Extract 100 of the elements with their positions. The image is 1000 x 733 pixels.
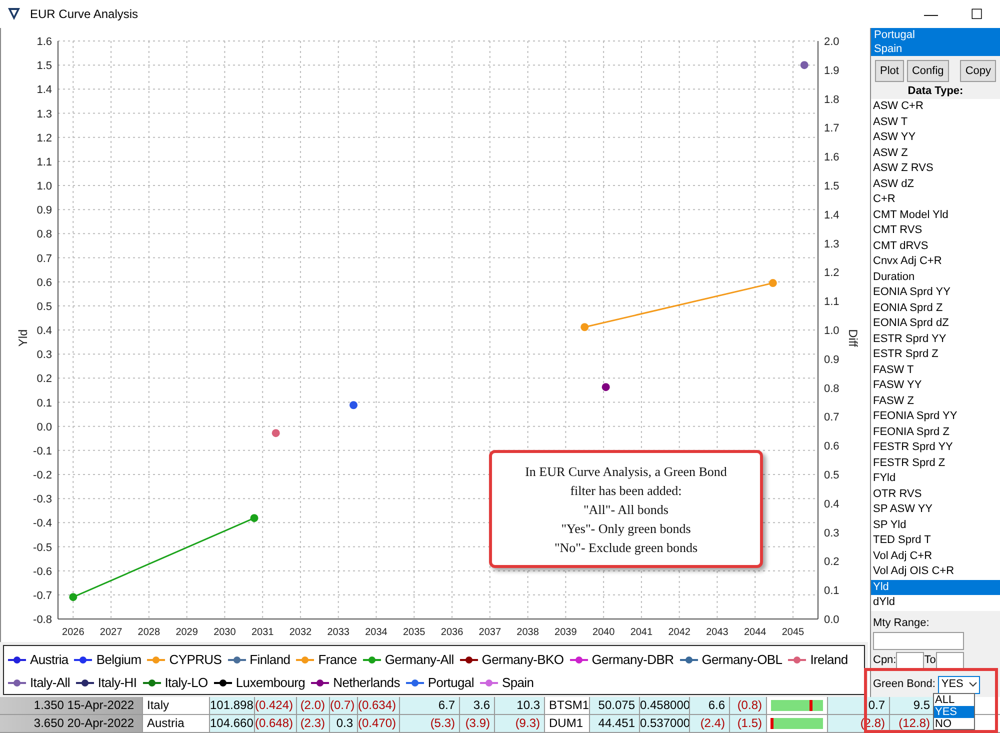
data-type-item[interactable]: ASW YY [871, 130, 1000, 146]
data-type-item[interactable]: EONIA Sprd YY [871, 285, 1000, 300]
data-type-item[interactable]: Cnvx Adj C+R [871, 254, 1000, 270]
data-type-item[interactable]: Vol Adj OIS C+R [871, 564, 1000, 580]
cpn-label: Cpn: [873, 653, 896, 668]
y-tick-label: 1.1 [824, 296, 840, 308]
data-type-item[interactable]: C+R [871, 192, 1000, 208]
table-cell: 101.898 [210, 697, 255, 714]
data-type-item[interactable]: ESTR Sprd Z [871, 347, 1000, 362]
table-cell: 50.075 [590, 697, 640, 714]
x-tick-label: 2037 [478, 627, 502, 638]
y-tick-label: -0.3 [33, 494, 52, 506]
data-type-item[interactable]: SP Yld [871, 518, 1000, 533]
data-type-item[interactable]: FASW T [871, 362, 1000, 378]
copy-button[interactable]: Copy [960, 60, 996, 82]
x-tick-label: 2031 [251, 627, 274, 638]
data-type-item[interactable]: CMT dRVS [871, 238, 1000, 254]
y-tick-label: -0.2 [33, 470, 52, 482]
mty-range-field[interactable] [873, 632, 964, 650]
data-type-item[interactable]: FASW YY [871, 378, 1000, 394]
y-tick-label: 1.6 [824, 152, 840, 164]
plot-button[interactable]: Plot [875, 60, 904, 82]
data-type-item[interactable]: SP ASW YY [871, 502, 1000, 518]
legend-label: Germany-OBL [702, 650, 782, 669]
y-tick-label: 1.0 [36, 180, 52, 192]
y-tick-label: 0.8 [36, 228, 52, 241]
table-cell: 9.5 [890, 697, 935, 714]
data-type-item[interactable]: Vol Adj C+R [871, 548, 1000, 564]
y-tick-label: 1.5 [36, 60, 52, 72]
data-type-item[interactable]: OTR RVS [871, 486, 1000, 502]
y-tick-label: 1.5 [824, 180, 840, 192]
data-type-item[interactable]: FEONIA Sprd YY [871, 409, 1000, 424]
data-type-item[interactable]: ASW T [871, 114, 1000, 130]
y-tick-label: 0.9 [824, 354, 840, 366]
data-type-item[interactable]: Yld [871, 580, 1000, 595]
cpn-from-field[interactable] [896, 652, 924, 670]
data-type-item[interactable]: ASW Z RVS [871, 161, 1000, 176]
data-type-item[interactable]: FESTR Sprd YY [871, 440, 1000, 456]
data-type-item[interactable]: CMT Model Yld [871, 208, 1000, 223]
minimize-button[interactable]: — [908, 0, 954, 28]
bond-filter-label: Green Bond: [873, 677, 936, 692]
data-type-item[interactable]: TED Sprd T [871, 533, 1000, 548]
y-tick-label: -0.5 [33, 542, 52, 554]
table-cell: 0.3 [330, 715, 358, 732]
y-tick-label: 1.1 [36, 156, 52, 168]
data-type-item[interactable]: dYld [871, 595, 1000, 610]
config-button[interactable]: Config [906, 60, 949, 82]
table-cell: (1.5) [730, 715, 767, 732]
data-type-item[interactable]: Duration [871, 270, 1000, 285]
y-tick-label: 0.2 [36, 373, 52, 386]
y-tick-label: 0.3 [824, 527, 840, 540]
dropdown-option[interactable]: NO [934, 718, 974, 729]
maximize-button[interactable]: ☐ [954, 0, 1000, 28]
x-tick-label: 2035 [403, 627, 426, 638]
callout-text: In EUR Curve Analysis, a Green Bond filter has been added: "All"- All bonds "Yes"- Only green bonds "No"- Exclude green bonds [525, 462, 727, 556]
y-tick-label: 0.4 [36, 325, 52, 337]
x-tick-label: 2034 [365, 627, 388, 638]
data-type-item[interactable]: ESTR Sprd YY [871, 332, 1000, 347]
y-tick-label: 0.5 [824, 470, 840, 482]
data-type-item[interactable]: FESTR Sprd Z [871, 456, 1000, 471]
x-tick-label: 2040 [592, 627, 615, 638]
country-list-item[interactable]: Portugal [871, 28, 1000, 42]
data-type-item[interactable]: FYld [871, 471, 1000, 486]
dropdown-option[interactable]: YES [934, 706, 974, 718]
dropdown-option[interactable]: ALL [934, 694, 974, 706]
x-tick-label: 2028 [138, 627, 160, 638]
data-type-item[interactable]: EONIA Sprd dZ [871, 316, 1000, 332]
legend-label: Portugal [428, 674, 474, 692]
table-cell: 0.7 [828, 697, 890, 714]
y-tick-label: 0.6 [824, 440, 840, 453]
country-list-item[interactable]: Spain [871, 42, 1000, 56]
data-type-item[interactable]: FASW Z [871, 394, 1000, 409]
data-type-heading: Data Type: [906, 84, 964, 99]
data-type-item[interactable]: ASW C+R [871, 99, 1000, 114]
legend-label: Netherlands [333, 674, 400, 692]
data-type-item[interactable]: ASW Z [871, 146, 1000, 161]
table-cell: 10.3 [495, 697, 545, 714]
y-tick-label: 0.0 [36, 421, 52, 434]
x-tick-label: 2033 [327, 627, 350, 638]
data-type-item[interactable]: CMT RVS [871, 223, 1000, 238]
table-cell: 44.451 [590, 715, 640, 732]
to-label: To [924, 653, 936, 668]
y-tick-label: 1.4 [36, 84, 52, 96]
legend-label: Spain [502, 674, 534, 692]
window-title: EUR Curve Analysis [30, 6, 138, 23]
x-tick-label: 2026 [62, 627, 84, 638]
data-type-item[interactable]: EONIA Sprd Z [871, 300, 1000, 316]
bond-filter-select[interactable]: YES [938, 676, 980, 694]
table-cell: (2.4) [690, 715, 730, 732]
data-type-item[interactable]: FEONIA Sprd Z [871, 424, 1000, 440]
legend-label: Germany-BKO [482, 650, 564, 669]
y-tick-label: -0.4 [33, 518, 52, 530]
x-tick-label: 2039 [554, 627, 577, 638]
data-type-item[interactable]: ASW dZ [871, 176, 1000, 192]
legend-label: Belgium [96, 650, 142, 669]
x-tick-label: 2038 [516, 627, 539, 638]
data-point [602, 383, 610, 392]
cpn-to-field[interactable] [936, 652, 964, 670]
y-axis-title: Yld [16, 329, 30, 347]
table-cell: (0.470) [358, 715, 400, 732]
